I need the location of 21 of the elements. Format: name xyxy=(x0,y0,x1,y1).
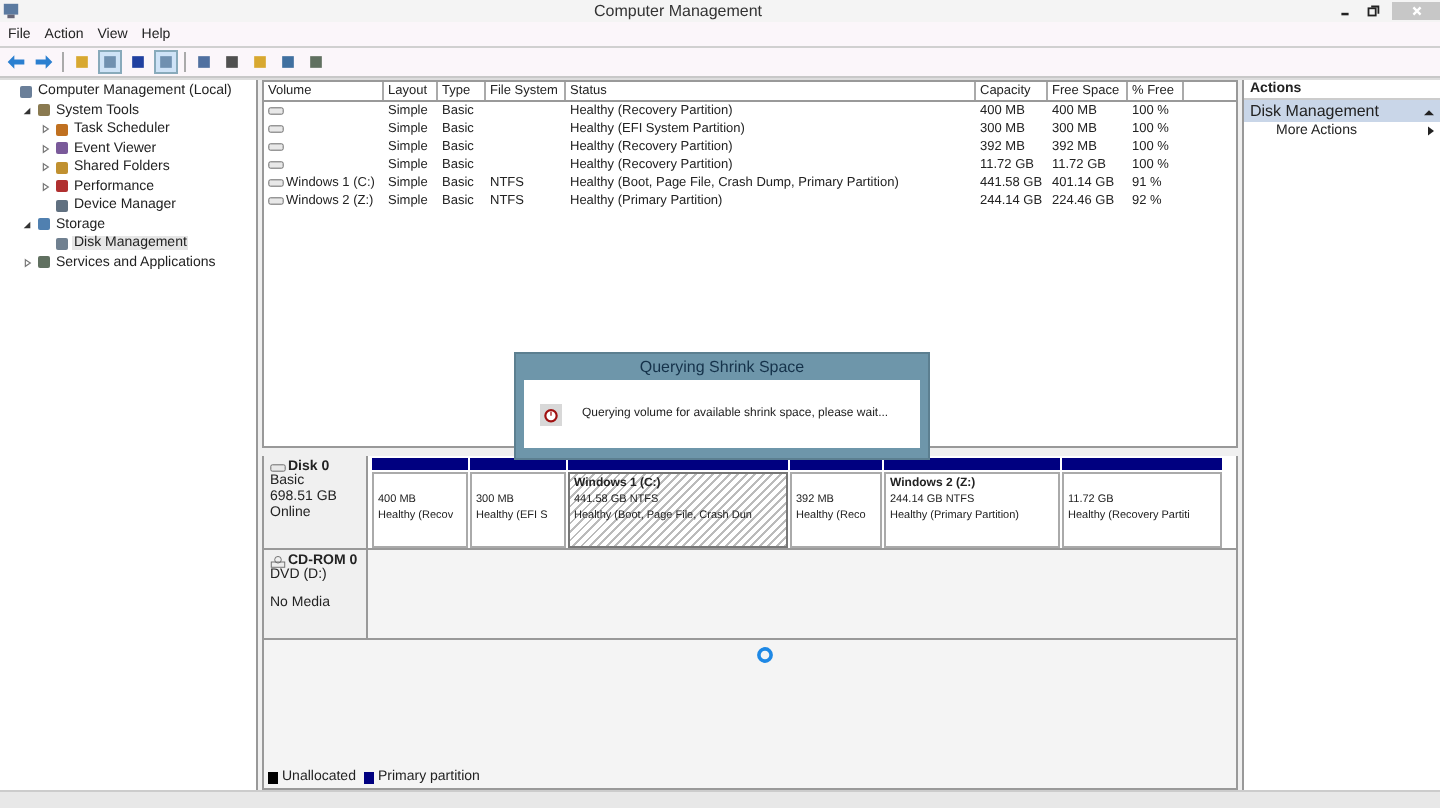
collapse-arrow-icon[interactable] xyxy=(22,219,32,230)
dialog-title: Querying Shrink Space xyxy=(639,356,805,380)
busy-cursor-icon xyxy=(756,646,774,664)
expand-arrow-icon[interactable] xyxy=(40,181,50,192)
stopwatch-icon xyxy=(540,403,562,425)
forward-arrow-icon[interactable] xyxy=(32,50,56,74)
back-arrow-icon[interactable] xyxy=(4,50,28,74)
collapse-arrow-icon[interactable] xyxy=(22,105,32,116)
actions-section[interactable]: Disk Management xyxy=(1244,100,1440,122)
app-icon xyxy=(2,2,20,20)
expand-arrow-icon[interactable] xyxy=(40,143,50,154)
restore-icon[interactable] xyxy=(1364,2,1383,20)
expand-arrow-icon[interactable] xyxy=(40,124,50,135)
cd-drive-icon xyxy=(270,555,286,567)
section-title: Disk Management xyxy=(1250,102,1379,120)
collapse-arrow-icon[interactable] xyxy=(1424,107,1434,115)
close-icon xyxy=(1407,2,1426,20)
expand-arrow-icon[interactable] xyxy=(22,257,32,268)
window-title: Computer Management xyxy=(593,2,763,20)
submenu-arrow-icon xyxy=(1428,126,1434,136)
expand-arrow-icon[interactable] xyxy=(40,162,50,173)
